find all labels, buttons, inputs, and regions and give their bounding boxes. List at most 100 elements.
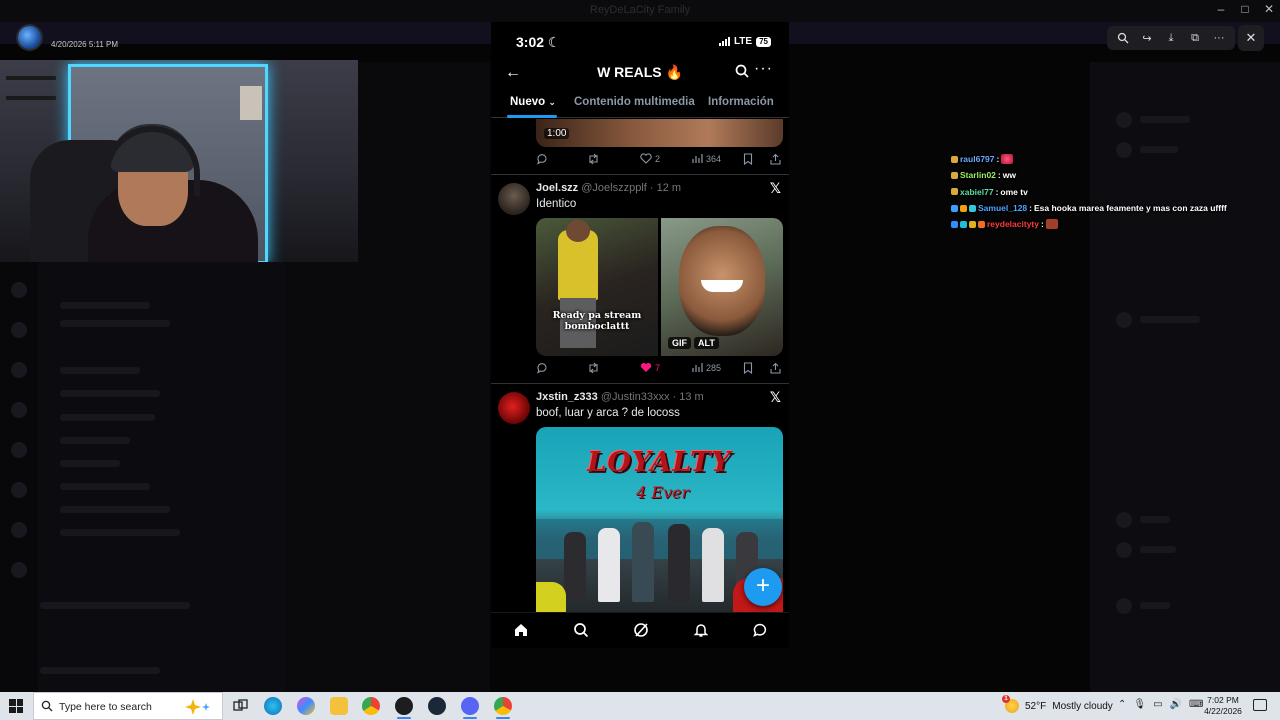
microphone-icon[interactable]: 🎙 <box>1133 699 1146 710</box>
streamer-avatar[interactable] <box>16 24 43 51</box>
maximize-icon[interactable]: □ <box>1232 2 1258 16</box>
window-close-icon[interactable]: ✕ <box>1256 2 1280 16</box>
tweet-avatar[interactable] <box>498 392 530 424</box>
copilot-icon[interactable] <box>297 697 315 715</box>
chat-username[interactable]: Samuel_128 <box>978 203 1027 213</box>
bookmark-icon[interactable] <box>743 153 753 165</box>
chrome-icon[interactable] <box>494 697 512 715</box>
more-options-icon[interactable]: ··· <box>1211 30 1227 46</box>
video-duration: 1:00 <box>544 128 570 139</box>
tweet-image[interactable]: Ready pa stream bomboclattt <box>536 218 658 356</box>
tweet-author-name[interactable]: Jxstin_z333 <box>536 391 598 403</box>
chat-message: xabiel77: ome tv <box>951 184 1271 200</box>
tweet-header: Joel.szz @Joelszzpplf · 12 m <box>536 182 681 194</box>
bookmark-icon[interactable] <box>743 362 753 374</box>
alt-badge[interactable]: ALT <box>694 337 719 349</box>
discord-icon[interactable] <box>461 697 479 715</box>
tweet-gif[interactable]: GIF ALT <box>661 218 783 356</box>
tweet-handle[interactable]: @Justin33xxx <box>601 391 670 403</box>
chat-username[interactable]: Starlin02 <box>960 170 996 180</box>
messages-icon[interactable] <box>752 622 768 643</box>
network-icon[interactable]: ▭ <box>1153 699 1162 710</box>
mod-badge-icon <box>960 220 967 228</box>
download-icon[interactable]: ⤓ <box>1163 30 1179 46</box>
task-view-icon[interactable] <box>231 697 249 715</box>
taskbar-search[interactable]: Type here to search <box>33 692 223 720</box>
grok-icon[interactable] <box>633 622 649 643</box>
bottom-navigation <box>491 612 789 648</box>
tab-contenido-multimedia[interactable]: Contenido multimedia <box>574 96 695 108</box>
tweet-text: Identico <box>536 198 577 210</box>
chat-username[interactable]: xabiel77 <box>960 187 994 197</box>
previous-tweet-actions: 2 364 <box>536 153 783 167</box>
like-button[interactable]: 2 <box>640 153 660 164</box>
file-explorer-icon[interactable] <box>330 697 348 715</box>
obs-icon[interactable] <box>395 697 413 715</box>
x-logo-icon[interactable]: 𝕏 <box>770 389 781 406</box>
more-icon[interactable]: ··· <box>754 60 773 78</box>
reply-icon[interactable] <box>536 362 548 374</box>
chat-username[interactable]: reydelacityty <box>987 219 1039 229</box>
close-viewer-button[interactable]: ✕ <box>1238 25 1264 51</box>
previous-tweet-video[interactable]: 1:00 <box>536 119 783 147</box>
tweet-handle[interactable]: @Joelszzpplf <box>581 182 647 194</box>
chat-username[interactable]: raul6797 <box>960 154 995 164</box>
notification-center-icon[interactable] <box>1253 699 1267 711</box>
tweet-header: Jxstin_z333 @Justin33xxx · 13 m <box>536 391 704 403</box>
views-button[interactable]: 285 <box>692 362 721 373</box>
steam-icon[interactable] <box>428 697 446 715</box>
status-time: 3:02 ☾ <box>516 34 561 50</box>
sub-badge-icon <box>951 204 958 212</box>
windows-start-icon[interactable] <box>9 699 23 713</box>
tweet-divider <box>491 383 789 384</box>
active-tab-indicator <box>507 115 557 118</box>
crown-badge-icon <box>951 171 958 179</box>
album-subtitle-art: 4 Ever <box>636 483 690 502</box>
share-icon[interactable] <box>770 153 781 165</box>
search-icon[interactable] <box>735 64 749 83</box>
image-caption: Ready pa stream bomboclattt <box>552 310 642 332</box>
like-button[interactable]: 7 <box>640 362 660 373</box>
tweet-avatar[interactable] <box>498 183 530 215</box>
moon-icon: ☾ <box>547 34 561 50</box>
stream-chat: raul6797: Starlin02: ww xabiel77: ome tv… <box>951 151 1271 232</box>
weather-widget[interactable]: 1 52°F Mostly cloudy <box>1002 695 1113 713</box>
taskbar-clock[interactable]: 7:02 PM 4/22/2026 <box>1198 695 1248 717</box>
minimize-icon[interactable]: – <box>1208 2 1234 16</box>
share-icon[interactable] <box>770 362 781 374</box>
bits-badge-icon <box>969 204 976 212</box>
reply-icon[interactable] <box>536 153 548 165</box>
like-count: 2 <box>655 153 661 164</box>
forward-icon[interactable]: ↪ <box>1139 30 1155 46</box>
retweet-icon[interactable] <box>587 153 600 165</box>
notifications-bell-icon[interactable] <box>693 622 709 643</box>
clock-time: 7:02 PM <box>1207 695 1239 705</box>
tweet-author-name[interactable]: Joel.szz <box>536 182 578 194</box>
weather-condition: Mostly cloudy <box>1052 700 1113 712</box>
weather-alert-badge: 1 <box>1002 695 1010 703</box>
retweet-icon[interactable] <box>587 362 600 374</box>
home-icon[interactable] <box>513 622 529 643</box>
chat-text: Esa hooka marea feamente y mas con zaza … <box>1034 203 1227 214</box>
battery-icon: 75 <box>756 36 771 47</box>
explore-search-icon[interactable] <box>573 622 589 643</box>
community-header: ← W REALS 🔥 ··· <box>491 60 789 86</box>
tray-overflow-icon[interactable]: ⌃ <box>1118 699 1126 710</box>
tab-nuevo[interactable]: Nuevo ⌄ <box>510 96 556 108</box>
obs-active-indicator <box>397 717 411 719</box>
compose-button[interactable]: + <box>744 568 782 606</box>
chevron-down-icon: ⌄ <box>548 97 556 107</box>
weather-icon: 1 <box>1002 695 1019 713</box>
volume-icon[interactable]: 🔊 <box>1170 699 1182 710</box>
x-logo-icon[interactable]: 𝕏 <box>770 180 781 197</box>
views-button[interactable]: 364 <box>692 153 721 164</box>
edge-icon[interactable] <box>264 697 282 715</box>
crown-badge-icon <box>951 155 958 163</box>
tab-informacion[interactable]: Información <box>708 96 774 108</box>
windows-taskbar: Type here to search 1 52°F Mostly cloudy… <box>0 692 1280 720</box>
chrome-icon[interactable] <box>362 697 380 715</box>
chat-message: Starlin02: ww <box>951 167 1271 183</box>
open-external-icon[interactable]: ⧉ <box>1187 30 1203 46</box>
zoom-icon[interactable] <box>1115 30 1131 46</box>
views-icon <box>692 363 703 372</box>
